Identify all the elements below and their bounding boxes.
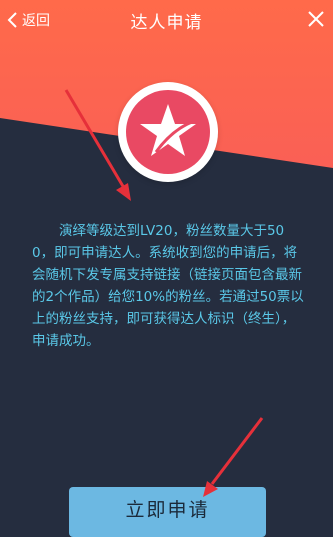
apply-description: 演绎等级达到LV20，粉丝数量大于500，即可申请达人。系统收到您的申请后，将会… xyxy=(32,223,304,349)
top-bar: 返回 达人申请 xyxy=(0,0,333,40)
star-badge-icon xyxy=(140,104,196,156)
close-icon[interactable] xyxy=(305,8,327,30)
expert-badge xyxy=(118,82,218,182)
page-title: 达人申请 xyxy=(130,13,203,33)
badge-circle xyxy=(126,90,210,174)
